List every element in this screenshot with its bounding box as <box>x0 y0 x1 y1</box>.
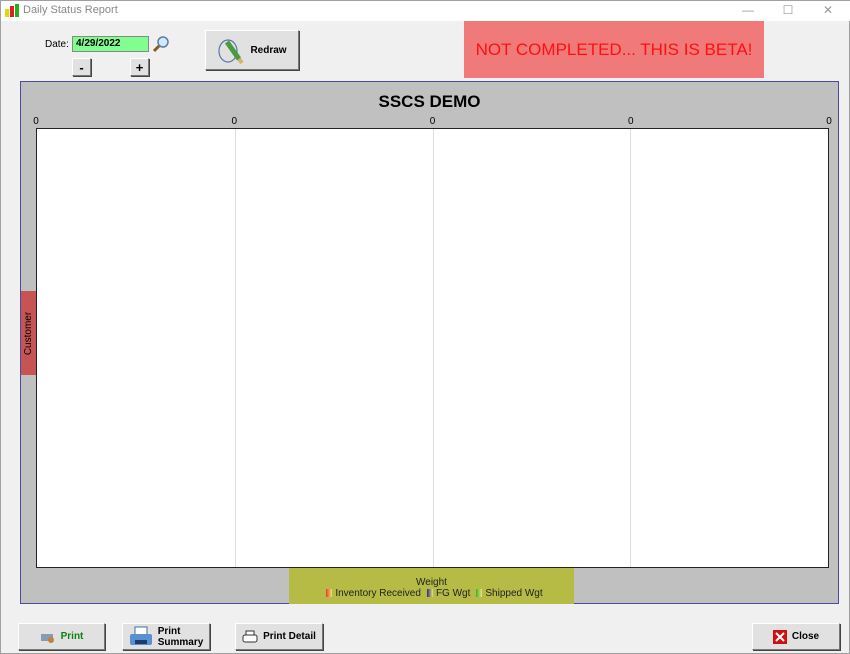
print-detail-button[interactable]: Print Detail <box>235 623 323 650</box>
legend-swatch <box>476 589 483 597</box>
x-axis-label: Weight <box>416 577 447 588</box>
date-label: Date: <box>45 39 69 50</box>
pencil-icon <box>218 39 245 64</box>
printer-icon <box>129 626 152 645</box>
print-button[interactable]: Print <box>18 623 105 650</box>
legend-entry: FG Wgt <box>435 588 471 599</box>
chart: SSCS DEMO Customer Weight Inventory Rece… <box>20 81 839 604</box>
close-window-button[interactable]: ✕ <box>813 3 843 17</box>
legend-swatch <box>326 589 333 597</box>
legend-entry: Inventory Received <box>335 588 421 599</box>
print-label: Print <box>60 631 84 642</box>
print-settings-icon <box>40 633 54 643</box>
x-tick-label: 0 <box>231 116 238 127</box>
title-bar: Daily Status Report — ☐ ✕ <box>1 1 850 21</box>
search-icon[interactable] <box>153 35 170 53</box>
x-tick-label: 0 <box>826 116 832 127</box>
printer-outline-icon <box>242 630 258 642</box>
app-icon <box>5 4 19 17</box>
print-summary-button[interactable]: Print Summary <box>122 623 210 650</box>
legend: Inventory Received FG Wgt Shipped Wgt <box>289 588 574 599</box>
print-summary-label-line1: Print <box>157 625 181 637</box>
print-summary-label-line2: Summary <box>157 636 204 648</box>
window-title: Daily Status Report <box>23 4 118 16</box>
beta-banner: NOT COMPLETED... THIS IS BETA! <box>464 21 764 78</box>
date-input[interactable]: 4/29/2022 <box>72 36 149 52</box>
x-axis-legend-box: Weight Inventory Received FG Wgt Shipped W… <box>289 568 574 604</box>
x-tick-label: 0 <box>627 116 634 127</box>
y-axis-label: Customer <box>21 291 36 375</box>
gridline <box>432 129 434 567</box>
chart-title: SSCS DEMO <box>378 92 481 111</box>
close-icon <box>772 629 787 644</box>
redraw-label: Redraw <box>250 44 287 56</box>
legend-entry: Shipped Wgt <box>485 588 543 599</box>
gridline <box>630 129 632 567</box>
minimize-button[interactable]: — <box>733 3 763 17</box>
legend-swatch <box>426 589 433 597</box>
gridline <box>234 129 236 567</box>
redraw-button[interactable]: Redraw <box>205 30 299 70</box>
x-tick-label: 0 <box>33 116 39 127</box>
maximize-button[interactable]: ☐ <box>773 3 803 17</box>
close-button[interactable]: Close <box>752 623 840 650</box>
print-detail-label: Print Detail <box>263 631 316 642</box>
x-tick-label: 0 <box>429 116 436 127</box>
date-increment-button[interactable]: + <box>130 58 149 76</box>
close-label: Close <box>791 631 820 642</box>
date-decrement-button[interactable]: - <box>72 58 91 76</box>
y-axis-label-text: Customer <box>23 311 35 355</box>
plot-area <box>36 128 829 568</box>
